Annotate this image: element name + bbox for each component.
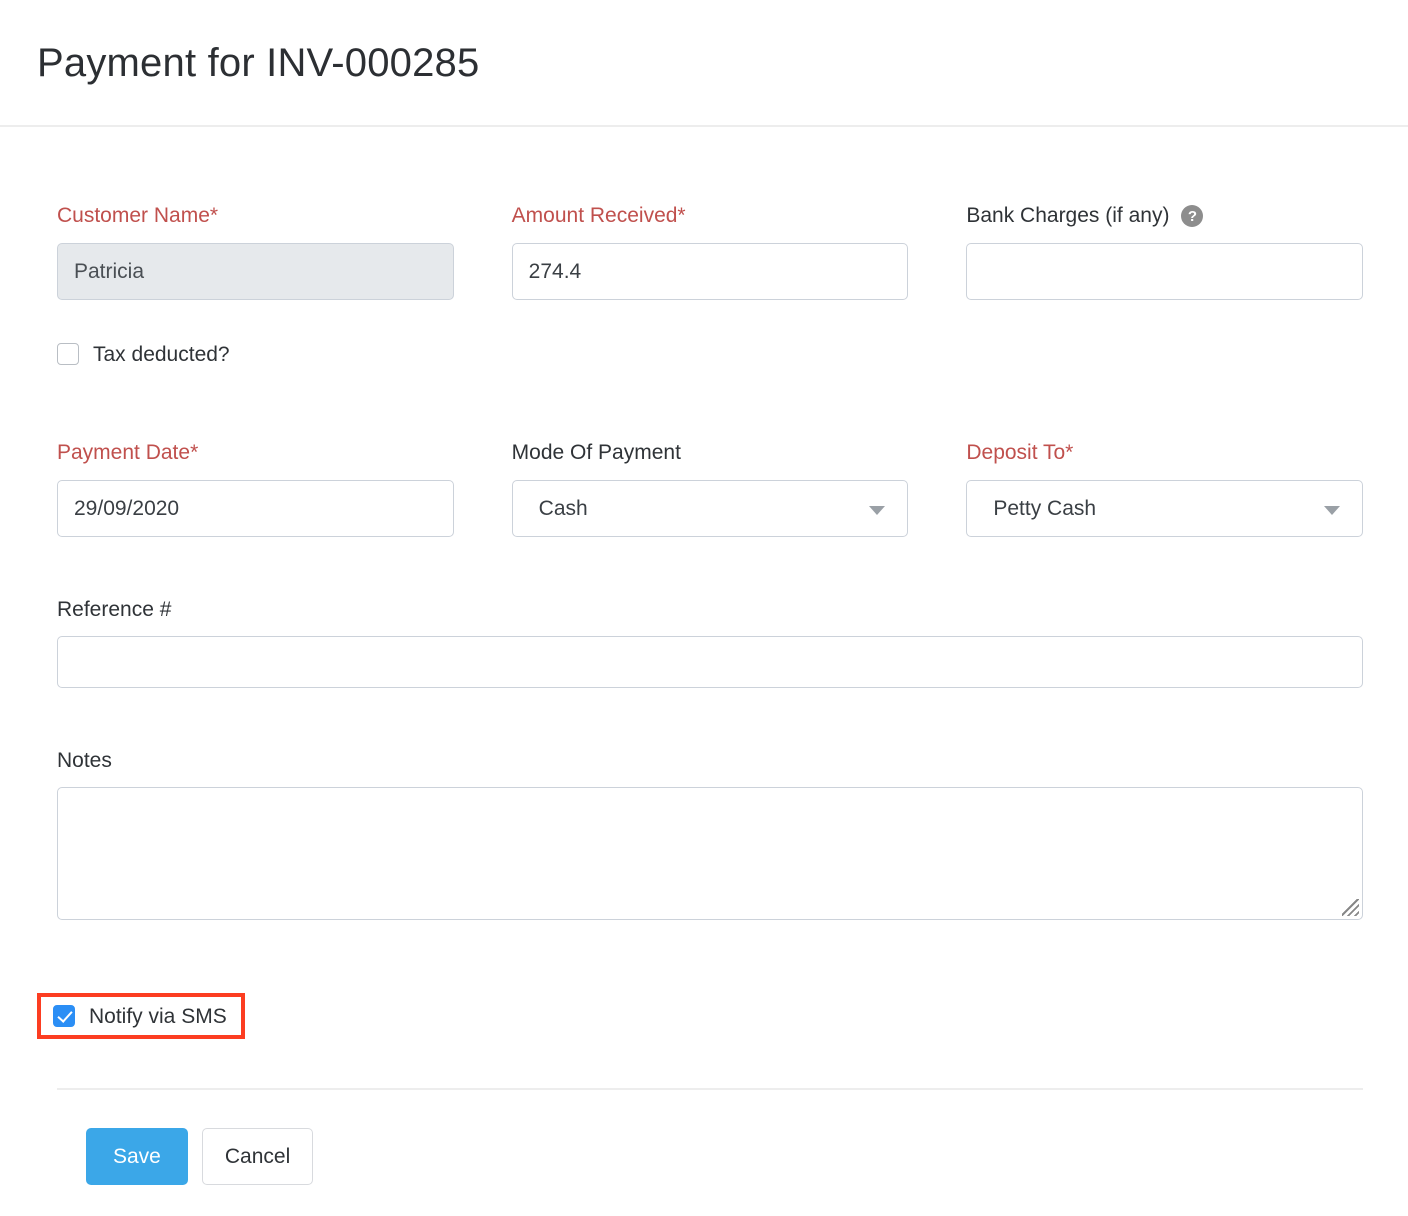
mode-of-payment-label: Mode Of Payment <box>512 440 909 466</box>
field-customer-name: Customer Name* <box>57 203 454 300</box>
notes-wrapper <box>57 787 1363 920</box>
amount-received-input[interactable] <box>512 243 909 300</box>
payment-date-input[interactable] <box>57 480 454 537</box>
page-header: Payment for INV-000285 <box>0 0 1408 127</box>
mode-of-payment-select[interactable]: Cash <box>512 480 909 537</box>
notes-textarea[interactable] <box>57 787 1363 920</box>
field-amount-received: Amount Received* <box>512 203 909 300</box>
notify-via-sms-highlight: Notify via SMS <box>37 993 245 1039</box>
deposit-to-value: Petty Cash <box>993 497 1096 521</box>
customer-name-label: Customer Name* <box>57 203 454 229</box>
footer-actions: Save Cancel <box>86 1128 313 1185</box>
field-reference: Reference # <box>57 597 1363 688</box>
field-bank-charges: Bank Charges (if any) ? <box>966 203 1363 300</box>
mode-of-payment-value: Cash <box>539 497 588 521</box>
reference-input[interactable] <box>57 636 1363 688</box>
save-button[interactable]: Save <box>86 1128 188 1185</box>
bank-charges-label-text: Bank Charges (if any) <box>966 203 1169 229</box>
notify-via-sms-row[interactable]: Notify via SMS <box>53 1005 227 1027</box>
tax-deducted-label[interactable]: Tax deducted? <box>93 344 230 365</box>
notes-label: Notes <box>57 748 1363 774</box>
amount-received-label: Amount Received* <box>512 203 909 229</box>
chevron-down-icon <box>869 506 885 515</box>
form-row-1: Customer Name* Amount Received* Bank Cha… <box>57 203 1363 300</box>
chevron-down-icon <box>1324 506 1340 515</box>
payment-date-label: Payment Date* <box>57 440 454 466</box>
footer-divider <box>57 1088 1363 1090</box>
bank-charges-label: Bank Charges (if any) ? <box>966 203 1363 229</box>
field-payment-date: Payment Date* <box>57 440 454 537</box>
notify-via-sms-label[interactable]: Notify via SMS <box>89 1006 227 1027</box>
customer-name-input[interactable] <box>57 243 454 300</box>
field-notes: Notes <box>57 748 1363 920</box>
notify-via-sms-checkbox[interactable] <box>53 1005 75 1027</box>
page-title: Payment for INV-000285 <box>37 43 479 83</box>
field-mode-of-payment: Mode Of Payment Cash <box>512 440 909 537</box>
help-circle-icon[interactable]: ? <box>1181 205 1203 227</box>
field-deposit-to: Deposit To* Petty Cash <box>966 440 1363 537</box>
reference-label: Reference # <box>57 597 1363 623</box>
form-row-2: Payment Date* Mode Of Payment Cash Depos… <box>57 440 1363 537</box>
bank-charges-input[interactable] <box>966 243 1363 300</box>
deposit-to-label: Deposit To* <box>966 440 1363 466</box>
payment-form: Customer Name* Amount Received* Bank Cha… <box>0 203 1408 920</box>
cancel-button[interactable]: Cancel <box>202 1128 313 1185</box>
deposit-to-select[interactable]: Petty Cash <box>966 480 1363 537</box>
tax-deducted-row[interactable]: Tax deducted? <box>57 343 1363 365</box>
tax-deducted-checkbox[interactable] <box>57 343 79 365</box>
